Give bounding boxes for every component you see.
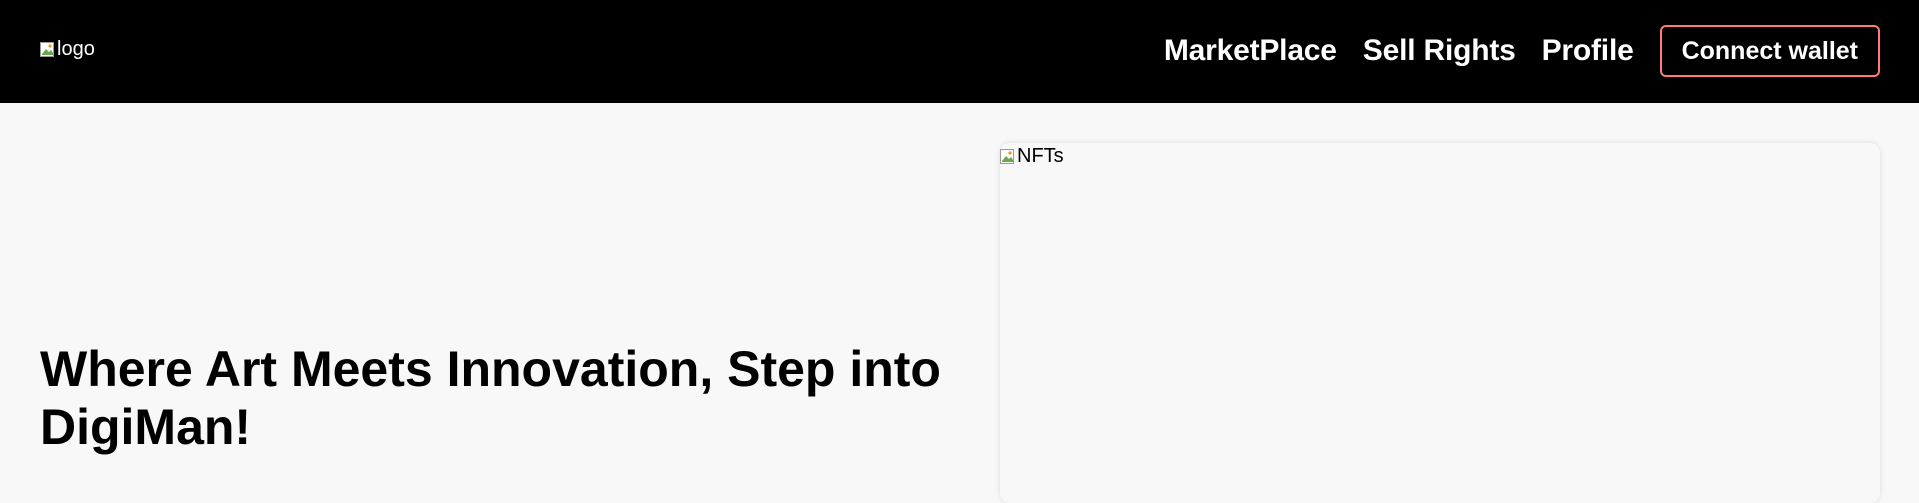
broken-image-icon [1000, 148, 1016, 165]
hero-title: Where Art Meets Innovation, Step into Di… [40, 341, 941, 455]
nav-link-marketplace[interactable]: MarketPlace [1164, 34, 1337, 68]
logo-alt-text: logo [57, 38, 95, 60]
broken-image-icon [40, 41, 56, 58]
hero-image-alt-text: NFTs [1017, 145, 1064, 167]
nav-link-profile[interactable]: Profile [1542, 34, 1634, 68]
top-navigation-bar: logo MarketPlace Sell Rights Profile Con… [0, 0, 1919, 103]
nav-link-sell-rights[interactable]: Sell Rights [1363, 34, 1516, 68]
connect-wallet-button[interactable]: Connect wallet [1659, 25, 1880, 77]
hero-image: NFTs [1000, 145, 1064, 168]
main-nav: MarketPlace Sell Rights Profile Connect … [1164, 24, 1880, 78]
logo[interactable]: logo [40, 38, 95, 61]
hero-image-card: NFTs [1000, 143, 1880, 503]
